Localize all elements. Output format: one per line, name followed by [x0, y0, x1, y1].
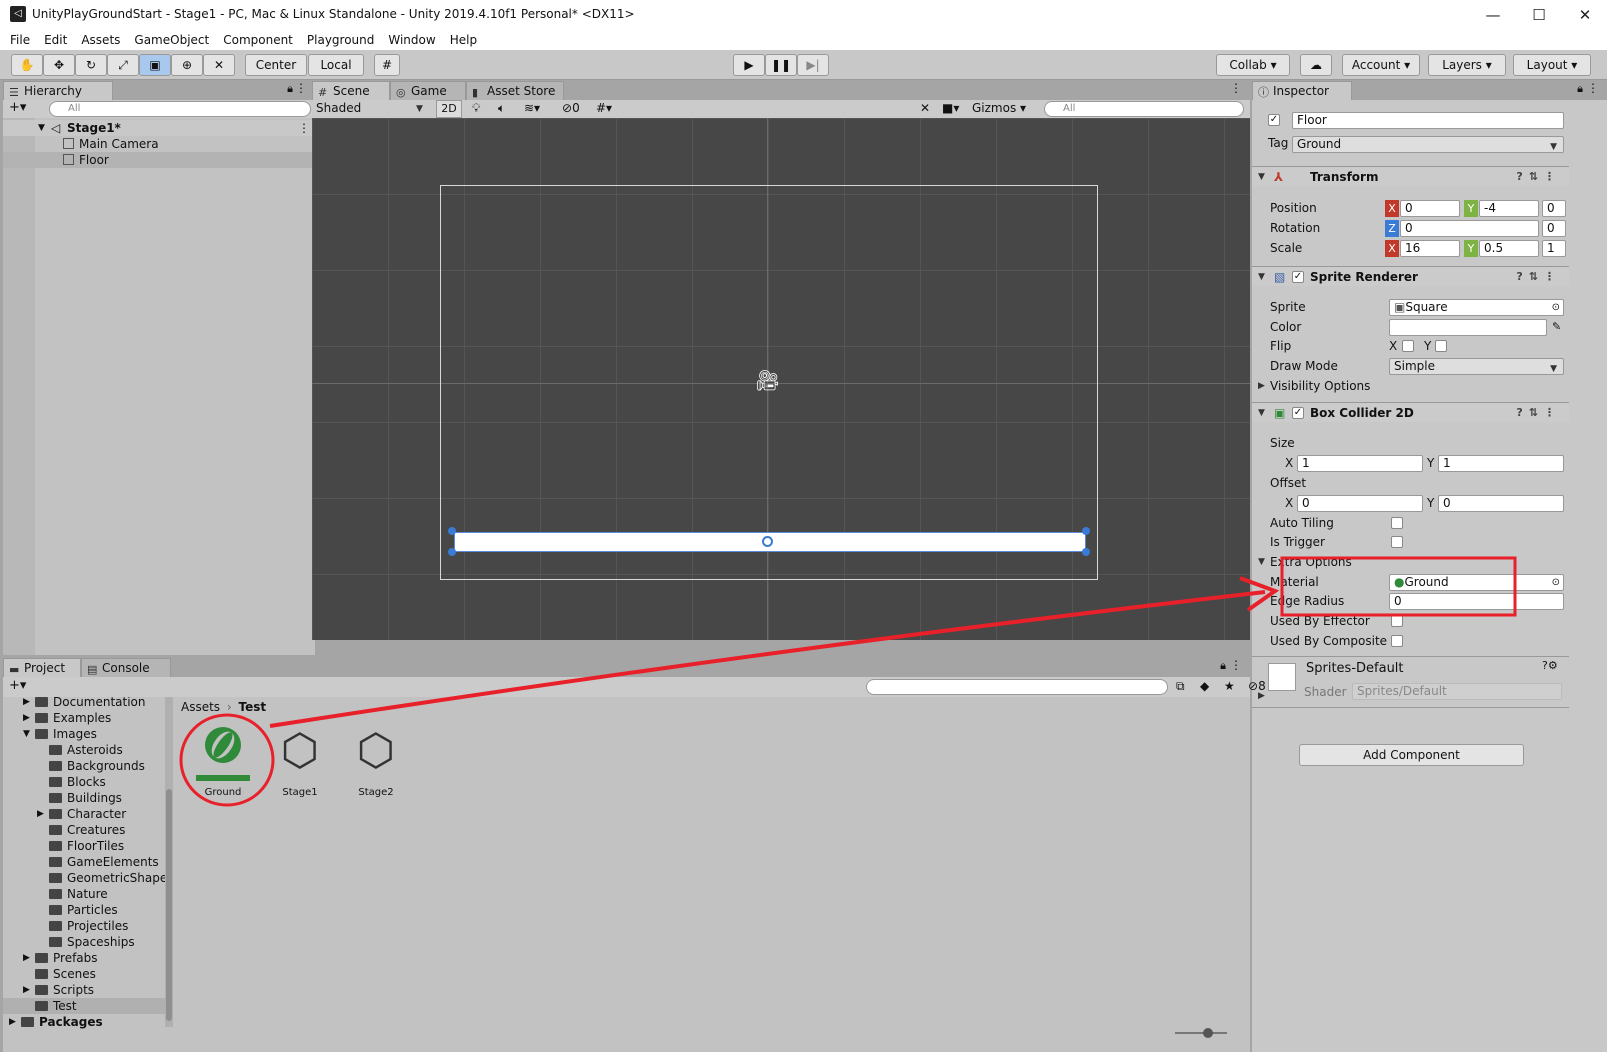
layout-label: Layout [1526, 58, 1568, 72]
window-title: UnityPlayGroundStart - Stage1 - PC, Mac … [32, 7, 635, 21]
pivot-local-button[interactable]: Local [308, 54, 364, 76]
unity-app-icon: ◁ [10, 6, 26, 22]
menu-gameobject[interactable]: GameObject [127, 30, 216, 50]
annotation-arrow [269, 590, 1266, 728]
transform-tool-icon[interactable]: ⊕ [171, 54, 203, 76]
menu-help[interactable]: Help [443, 30, 484, 50]
play-button[interactable]: ▶ [733, 54, 765, 76]
move-tool-icon[interactable]: ✥ [43, 54, 75, 76]
space-label: Local [320, 58, 352, 72]
collab-label: Collab [1229, 58, 1267, 72]
menu-window[interactable]: Window [381, 30, 442, 50]
scale-tool-icon[interactable]: ⤢ [107, 54, 139, 76]
menu-file[interactable]: File [0, 30, 37, 50]
cloud-icon[interactable]: ☁ [1300, 54, 1332, 76]
collab-dropdown[interactable]: Collab ▾ [1216, 54, 1290, 76]
main-toolbar: ✋ ✥ ↻ ⤢ ▣ ⊕ ✕ Center Local # ▶ ❚❚ ▶| Col… [0, 50, 1607, 80]
editor-main: ☰ Hierarchy 🔒︎ ⋮ +▾ All ▼ ◁ Stage1* ⋮ Mai… [0, 80, 1607, 1052]
account-dropdown[interactable]: Account ▾ [1342, 54, 1420, 76]
minimize-button[interactable]: — [1470, 3, 1516, 27]
pivot-center-button[interactable]: Center [245, 54, 307, 76]
annotation-overlay [179, 556, 1517, 807]
menu-assets[interactable]: Assets [74, 30, 127, 50]
rotate-tool-icon[interactable]: ↻ [75, 54, 107, 76]
menu-component[interactable]: Component [216, 30, 300, 50]
pivot-label: Center [255, 58, 297, 72]
layers-dropdown[interactable]: Layers ▾ [1428, 54, 1506, 76]
maximize-button[interactable]: ☐ [1516, 3, 1562, 27]
hand-tool-icon[interactable]: ✋ [11, 54, 43, 76]
account-label: Account [1351, 58, 1401, 72]
close-button[interactable]: ✕ [1562, 3, 1607, 27]
menu-edit[interactable]: Edit [37, 30, 74, 50]
layers-label: Layers [1442, 58, 1482, 72]
step-button[interactable]: ▶| [797, 54, 829, 76]
pause-button[interactable]: ❚❚ [765, 54, 797, 76]
custom-tool-icon[interactable]: ✕ [203, 54, 235, 76]
highlight-circle [179, 713, 275, 807]
menu-bar: File Edit Assets GameObject Component Playgro… [0, 30, 1607, 50]
menu-playground[interactable]: Playground [300, 30, 381, 50]
layout-dropdown[interactable]: Layout ▾ [1513, 54, 1591, 76]
title-bar: ◁ UnityPlayGroundStart - Stage1 - PC, Ma… [0, 0, 1607, 30]
grid-snap-icon[interactable]: # [374, 54, 400, 76]
highlight-box [1280, 556, 1517, 617]
rect-tool-icon[interactable]: ▣ [139, 54, 171, 76]
